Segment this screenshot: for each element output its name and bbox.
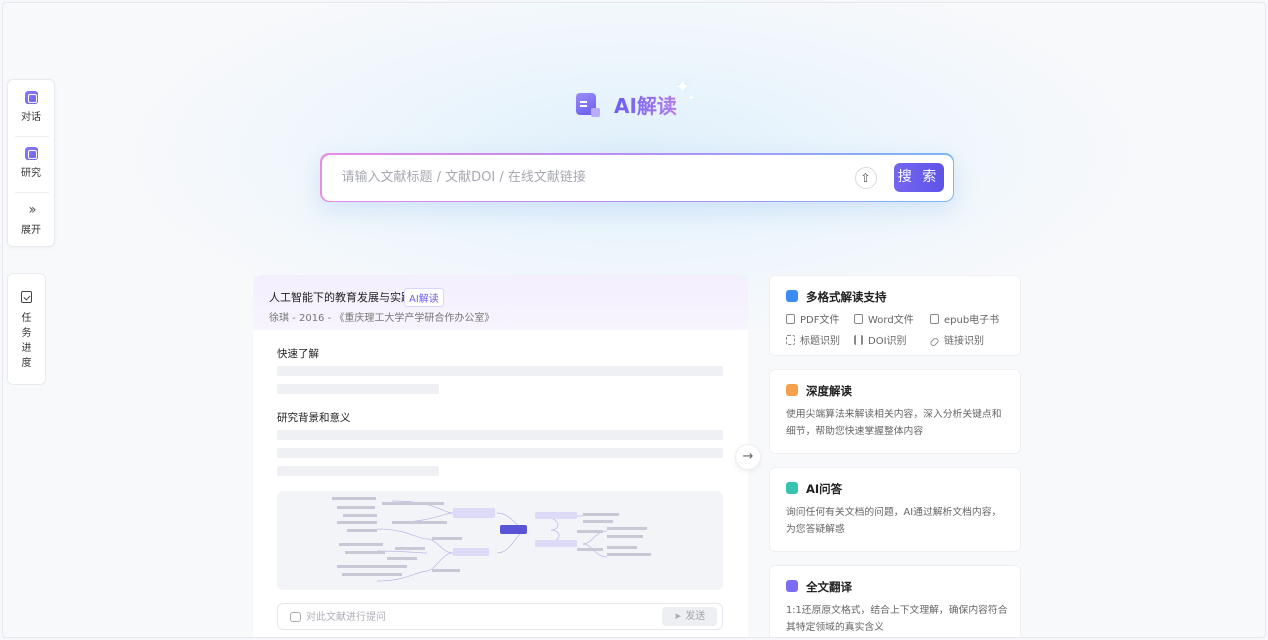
feature-desc: 询问任何有关文档的问题，AI通过解析文档内容，为您答疑解惑 (786, 507, 1002, 535)
rail-item-chat[interactable]: 对话 (8, 91, 54, 123)
skeleton-line (277, 366, 723, 376)
ask-input[interactable] (306, 609, 646, 625)
feature-title: 多格式解读支持 (806, 290, 887, 304)
preview-body: 快速了解 研究背景和意义 对此文献进行提问 ➤ 发送 (253, 330, 748, 637)
page: 对话 研究 ›› 展开 任务进度 AI解读 ✦ ✦ ⇧ 搜 索 人工智能下的教育… (2, 2, 1266, 638)
task-progress-button[interactable]: 任务进度 (7, 273, 46, 385)
rail-item-label: 对话 (21, 112, 41, 123)
divider (15, 192, 49, 193)
skeleton-line (277, 430, 723, 440)
format-title: 标题识别 (786, 332, 840, 347)
ai-document-icon (576, 93, 600, 117)
feature-title: 全文翻译 (806, 580, 852, 594)
qa-icon (786, 482, 798, 494)
feature-desc: 使用尖端算法来解读相关内容，深入分析关键点和细节，帮助您快速掌握整体内容 (786, 409, 1002, 437)
send-icon: ➤ (673, 612, 682, 622)
mindmap-image (277, 491, 723, 590)
upload-icon[interactable]: ⇧ (854, 166, 877, 189)
paper-title[interactable]: 人工智能下的教育发展与实践 (269, 289, 412, 305)
format-word: Word文件 (854, 311, 914, 326)
rail-item-expand[interactable]: ›› 展开 (8, 203, 54, 236)
preview-card: 人工智能下的教育发展与实践 AI解读 徐琪 - 2016 - 《重庆理工大学产学… (253, 275, 748, 637)
feature-card-formats: 多格式解读支持 PDF文件 Word文件 epub电子书 标题识别 DOI识别 … (769, 275, 1021, 356)
ai-read-tag: AI解读 (404, 288, 444, 307)
next-arrow-button[interactable]: → (735, 444, 761, 470)
format-doi: DOI识别 (854, 332, 907, 347)
format-epub: epub电子书 (930, 311, 999, 326)
send-button[interactable]: ➤ 发送 (662, 607, 717, 626)
barcode-icon (854, 335, 863, 345)
feature-card-deep-read: 深度解读 使用尖端算法来解读相关内容，深入分析关键点和细节，帮助您快速掌握整体内… (769, 369, 1021, 454)
feature-title: 深度解读 (806, 384, 852, 398)
feature-card-translate: 全文翻译 1:1还原原文格式，结合上下文理解，确保内容符合其特定领域的真实含义 (769, 565, 1021, 637)
translate-icon (786, 580, 798, 592)
mindmap-diagram (332, 497, 651, 582)
divider (15, 136, 49, 137)
epub-icon (930, 314, 939, 324)
format-pdf: PDF文件 (786, 311, 839, 326)
search-box: ⇧ 搜 索 (320, 153, 954, 202)
search-input[interactable] (341, 166, 842, 189)
search-button[interactable]: 搜 索 (893, 162, 944, 192)
research-icon (24, 147, 38, 160)
expand-icon: ›› (28, 202, 36, 218)
paper-meta: 徐琪 - 2016 - 《重庆理工大学产学研合作办公室》 (269, 313, 495, 324)
skeleton-line (277, 466, 439, 476)
task-check-icon (21, 291, 32, 303)
format-link: 链接识别 (929, 332, 984, 348)
send-label: 发送 (685, 611, 706, 622)
rail-item-label: 研究 (21, 168, 41, 179)
layers-icon (786, 290, 798, 302)
link-icon (929, 336, 940, 348)
rail-item-research[interactable]: 研究 (8, 147, 54, 179)
skeleton-line (277, 448, 723, 458)
feature-card-ai-qa: AI问答 询问任何有关文档的问题，AI通过解析文档内容，为您答疑解惑 (769, 467, 1021, 552)
rail-item-label: 展开 (21, 225, 41, 236)
section-title: 快速了解 (277, 348, 319, 360)
preview-header: 人工智能下的教育发展与实践 AI解读 徐琪 - 2016 - 《重庆理工大学产学… (253, 275, 748, 330)
skeleton-line (277, 384, 439, 394)
pdf-icon (786, 314, 795, 324)
scan-icon (786, 335, 795, 345)
ask-box: ➤发送 (277, 603, 723, 630)
chat-bubble-icon (290, 612, 301, 622)
deep-read-icon (786, 384, 798, 396)
feature-title: AI问答 (806, 482, 843, 496)
brand: AI解读 (576, 90, 677, 119)
page-title: AI解读 (614, 90, 677, 119)
chat-icon (24, 91, 38, 104)
sparkle-icon: ✦ (687, 93, 696, 104)
feature-desc: 1:1还原原文格式，结合上下文理解，确保内容符合其特定领域的真实含义 (786, 605, 1008, 633)
left-rail: 对话 研究 ›› 展开 (7, 79, 55, 247)
section-title: 研究背景和意义 (277, 412, 351, 424)
word-icon (854, 314, 863, 324)
task-progress-label: 任务进度 (21, 313, 32, 369)
